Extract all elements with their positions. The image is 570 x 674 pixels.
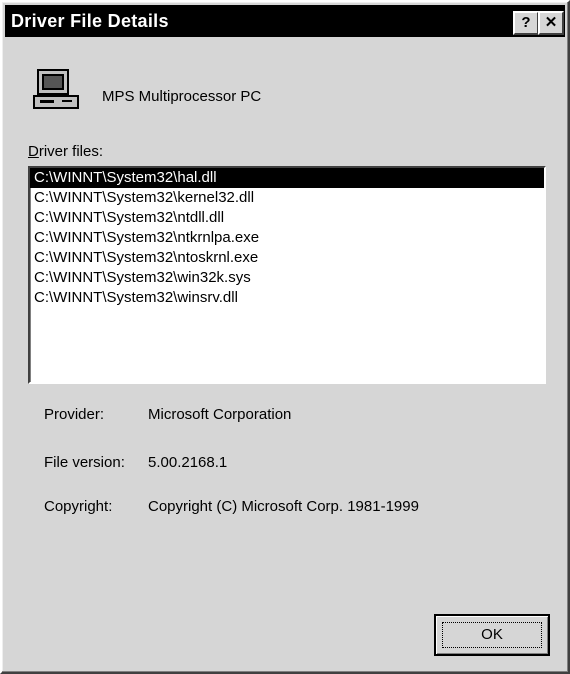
driver-files-label-text: river files: xyxy=(38,143,104,160)
device-name: MPS Multiprocessor PC xyxy=(102,88,262,105)
copyright-value: Copyright (C) Microsoft Corp. 1981-1999 xyxy=(148,498,419,515)
computer-icon xyxy=(33,69,79,109)
copyright-label: Copyright: xyxy=(44,498,113,515)
list-item[interactable]: C:\WINNT\System32\ntoskrnl.exe xyxy=(30,248,544,268)
provider-value: Microsoft Corporation xyxy=(148,406,292,423)
list-item[interactable]: C:\WINNT\System32\winsrv.dll xyxy=(30,288,544,308)
file-version-label: File version: xyxy=(44,454,125,471)
provider-label: Provider: xyxy=(44,406,105,423)
driver-file-details-dialog: Driver File Details ? ✕ MPS Multiprocess… xyxy=(0,0,570,674)
focus-rectangle xyxy=(442,622,542,648)
list-item[interactable]: C:\WINNT\System32\win32k.sys xyxy=(30,268,544,288)
help-button[interactable]: ? xyxy=(513,11,539,35)
list-item[interactable]: C:\WINNT\System32\ntkrnlpa.exe xyxy=(30,228,544,248)
list-item[interactable]: C:\WINNT\System32\kernel32.dll xyxy=(30,188,544,208)
list-item[interactable]: C:\WINNT\System32\hal.dll xyxy=(30,168,544,188)
close-button[interactable]: ✕ xyxy=(538,11,564,35)
window-title: Driver File Details xyxy=(11,11,169,31)
ok-button[interactable]: OK xyxy=(434,614,550,656)
driver-files-label: Driver files: xyxy=(28,143,103,160)
driver-files-list[interactable]: C:\WINNT\System32\hal.dll C:\WINNT\Syste… xyxy=(28,166,546,384)
title-bar[interactable]: Driver File Details ? ✕ xyxy=(5,5,565,37)
list-item[interactable]: C:\WINNT\System32\ntdll.dll xyxy=(30,208,544,228)
file-version-value: 5.00.2168.1 xyxy=(148,454,228,471)
driver-files-label-access-key: D xyxy=(28,143,39,160)
